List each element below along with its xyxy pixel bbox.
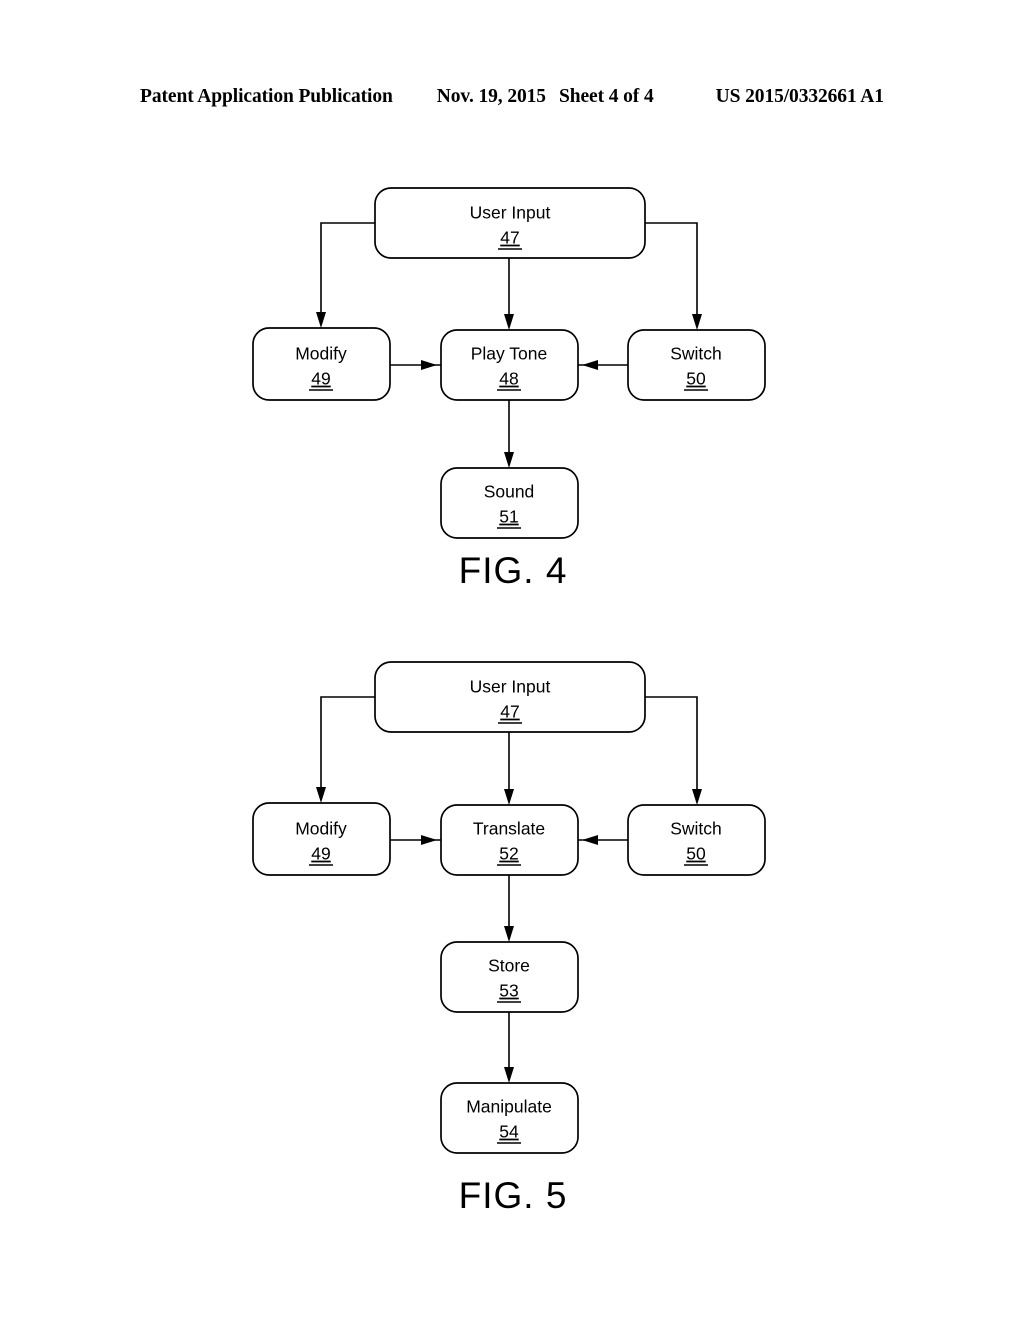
node-manipulate-ref: 54 [499, 1122, 519, 1142]
node-translate-ref: 52 [499, 844, 518, 864]
header-sheet-number: Sheet 4 of 4 [558, 86, 654, 107]
header-publication-title: Patent Application Publication [140, 86, 393, 107]
node-sound-ref: 51 [499, 507, 518, 527]
node-user-input-label: User Input [470, 677, 551, 697]
node-user-input-ref: 47 [500, 228, 519, 248]
node-sound[interactable]: Sound 51 [440, 467, 579, 539]
node-modify-box[interactable] [252, 802, 391, 876]
header-document-number: US 2015/0332661 A1 [715, 86, 884, 107]
node-user-input[interactable]: User Input 47 [374, 187, 646, 259]
header-publication-date: Nov. 19, 2015 [436, 86, 546, 107]
node-switch[interactable]: Switch 50 [627, 804, 766, 876]
node-user-input-label: User Input [470, 203, 551, 223]
node-modify-box[interactable] [252, 327, 391, 401]
node-manipulate[interactable]: Manipulate 54 [440, 1082, 579, 1154]
node-switch-label: Switch [670, 344, 722, 364]
connector-switch-to-translate [578, 835, 628, 845]
node-switch-ref: 50 [686, 844, 706, 864]
node-modify-label: Modify [295, 819, 347, 839]
figure-4: User Input 47 Modify 49 Play Tone 48 Swi… [0, 150, 1024, 610]
figure-5-caption: FIG. 5 [459, 1175, 568, 1216]
node-modify[interactable]: Modify 49 [252, 802, 391, 876]
node-sound-label: Sound [484, 482, 535, 502]
connector-translate-to-store [504, 875, 514, 942]
node-store[interactable]: Store 53 [440, 941, 579, 1013]
figure-5: User Input 47 Modify 49 Translate 52 Swi… [0, 625, 1024, 1245]
connector-modify-to-play-tone [390, 360, 441, 370]
node-translate-label: Translate [473, 819, 545, 839]
connector-user-input-to-switch [645, 222, 702, 330]
figure-4-drawing: User Input 47 Modify 49 Play Tone 48 Swi… [252, 187, 766, 591]
connector-user-input-to-modify [316, 222, 375, 328]
connector-modify-to-translate [390, 835, 441, 845]
connector-user-input-to-translate [504, 732, 514, 805]
connector-user-input-to-switch [645, 696, 702, 805]
connector-user-input-to-modify [316, 696, 375, 803]
node-modify-ref: 49 [311, 369, 330, 389]
node-modify[interactable]: Modify 49 [252, 327, 391, 401]
page-header: Patent Application Publication Nov. 19, … [0, 86, 1024, 112]
node-switch-ref: 50 [686, 369, 706, 389]
node-play-tone-ref: 48 [499, 369, 518, 389]
connector-switch-to-play-tone [578, 360, 628, 370]
node-store-ref: 53 [499, 981, 518, 1001]
node-switch-label: Switch [670, 819, 722, 839]
node-play-tone-label: Play Tone [471, 344, 548, 364]
figure-4-caption: FIG. 4 [459, 550, 568, 591]
node-switch[interactable]: Switch 50 [627, 329, 766, 401]
node-translate[interactable]: Translate 52 [440, 804, 579, 876]
figure-5-drawing: User Input 47 Modify 49 Translate 52 Swi… [252, 661, 766, 1216]
node-modify-ref: 49 [311, 844, 330, 864]
connector-store-to-manipulate [504, 1012, 514, 1083]
node-user-input-ref: 47 [500, 702, 519, 722]
node-manipulate-label: Manipulate [466, 1097, 552, 1117]
node-modify-label: Modify [295, 344, 347, 364]
node-play-tone[interactable]: Play Tone 48 [440, 329, 579, 401]
node-user-input[interactable]: User Input 47 [374, 661, 646, 733]
connector-user-input-to-play-tone [504, 258, 514, 330]
connector-play-tone-to-sound [504, 400, 514, 468]
node-store-label: Store [488, 956, 530, 976]
